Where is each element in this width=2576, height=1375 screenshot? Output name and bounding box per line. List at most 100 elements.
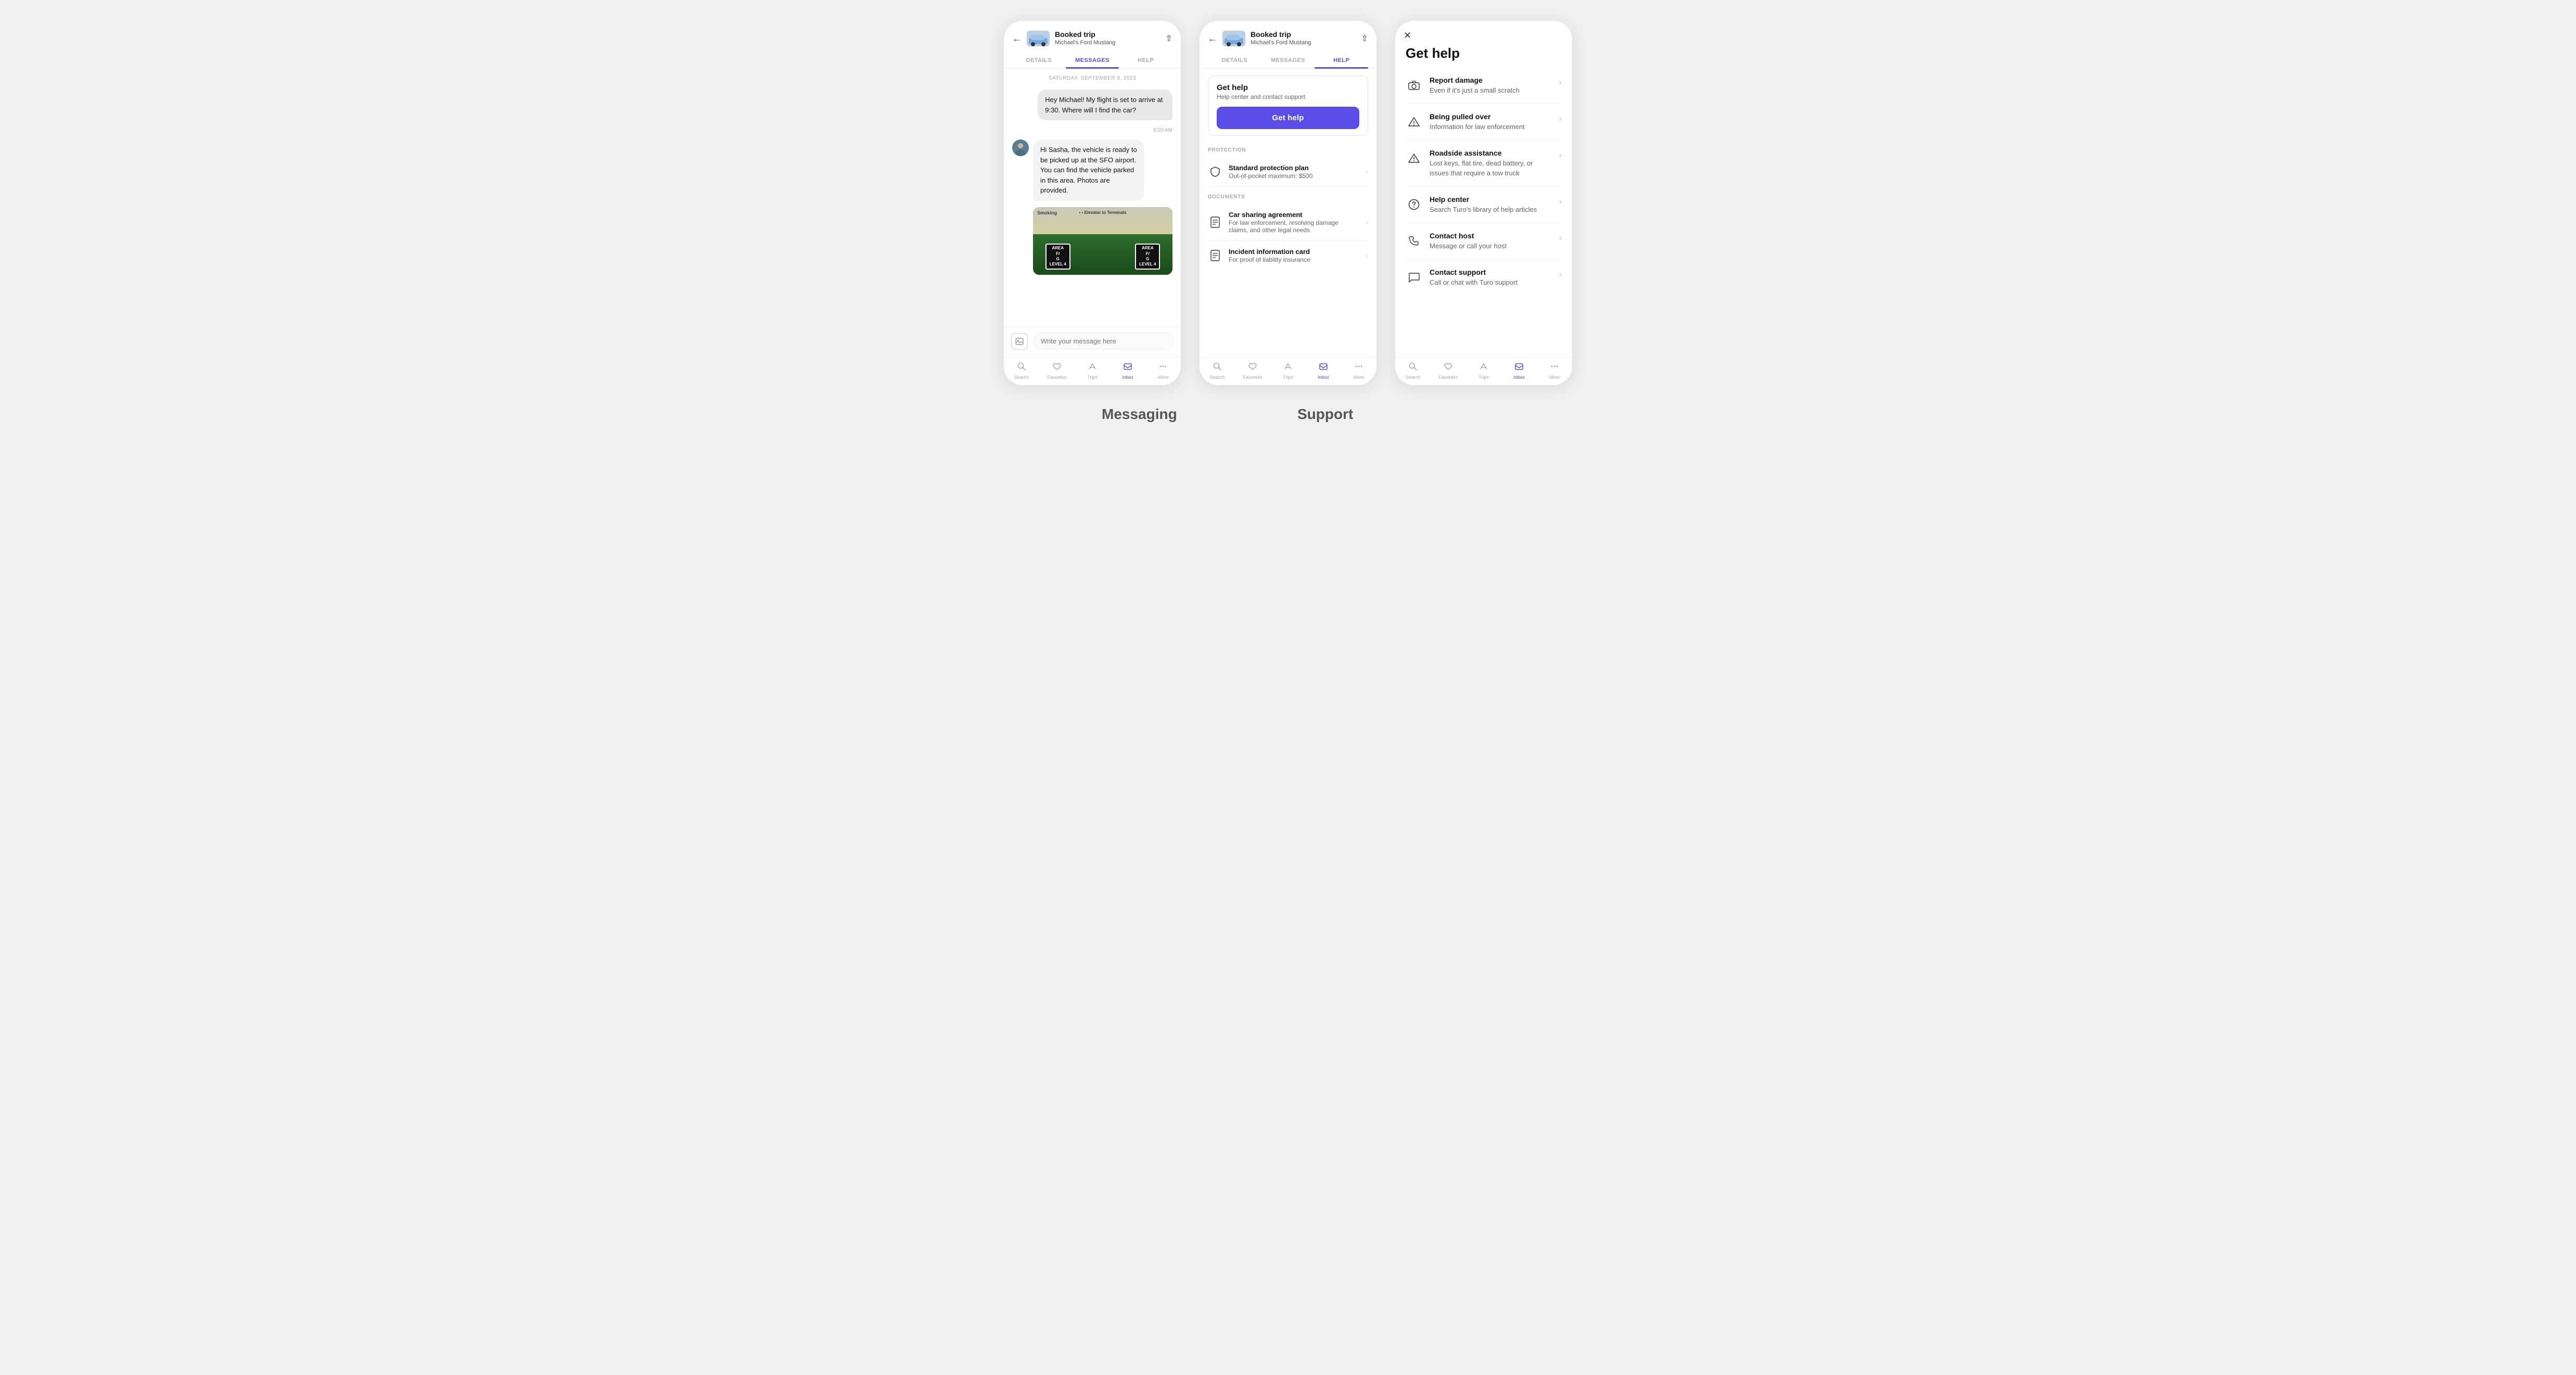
phone-get-help: ✕ Get help Report damage Even if it's ju… <box>1395 21 1572 385</box>
help-center-title: Help center <box>1430 195 1552 203</box>
messages-area: SATURDAY, SEPTEMBER 9, 2023 Hey Michael!… <box>1004 68 1181 327</box>
search-icon-3 <box>1408 362 1418 374</box>
list-text-car-agreement: Car sharing agreement For law enforcemen… <box>1229 211 1359 234</box>
inbox-icon-3 <box>1514 362 1524 374</box>
nav-label-search-3: Search <box>1406 375 1421 380</box>
nav-more-1[interactable]: More <box>1145 362 1181 380</box>
nav-label-trips-1: Trips <box>1087 375 1098 380</box>
chevron-contact-host: › <box>1559 234 1562 243</box>
screen-labels-row: Messaging Support <box>1012 406 1564 441</box>
detail-text-contact-support: Contact support Call or chat with Turo s… <box>1430 268 1552 287</box>
alert-icon <box>1406 113 1422 130</box>
image-attach-button[interactable] <box>1011 333 1028 350</box>
trips-icon-1 <box>1088 362 1097 374</box>
message-input[interactable] <box>1033 333 1174 350</box>
more-icon-2 <box>1354 362 1363 374</box>
nav-search-2[interactable]: Search <box>1200 362 1235 380</box>
screen1-header: ← Booked trip Michael's Ford Mustang ⇧ <box>1004 21 1181 47</box>
detail-text-report-damage: Report damage Even if it's just a small … <box>1430 76 1552 95</box>
tab-messages-1[interactable]: MESSAGES <box>1066 53 1119 68</box>
protection-title: Standard protection plan <box>1229 164 1359 172</box>
support-label: Support <box>1297 406 1353 422</box>
nav-more-3[interactable]: More <box>1537 362 1572 380</box>
screen1-bottom-nav: Search Favorites Trips Inbox <box>1004 357 1181 385</box>
trip-subtitle-2: Michael's Ford Mustang <box>1251 39 1356 47</box>
tab-messages-2[interactable]: MESSAGES <box>1261 53 1315 68</box>
tab-details-1[interactable]: DETAILS <box>1012 53 1066 68</box>
contact-host-sub: Message or call your host <box>1430 241 1552 251</box>
nav-trips-3[interactable]: Trips <box>1466 362 1501 380</box>
tab-help-2[interactable]: HELP <box>1315 53 1368 68</box>
get-help-button[interactable]: Get help <box>1217 107 1359 129</box>
back-icon-2[interactable]: ← <box>1208 33 1217 44</box>
contact-host-title: Contact host <box>1430 232 1552 240</box>
nav-label-favorites-1: Favorites <box>1047 375 1066 380</box>
car-agreement-title: Car sharing agreement <box>1229 211 1359 219</box>
nav-favorites-2[interactable]: Favorites <box>1235 362 1270 380</box>
chevron-contact-support: › <box>1559 270 1562 279</box>
list-item-protection[interactable]: Standard protection plan Out-of-pocket m… <box>1208 157 1368 187</box>
trips-icon-2 <box>1283 362 1293 374</box>
nav-inbox-3[interactable]: Inbox <box>1501 362 1537 380</box>
nav-search-3[interactable]: Search <box>1395 362 1431 380</box>
nav-inbox-2[interactable]: Inbox <box>1306 362 1341 380</box>
close-icon[interactable]: ✕ <box>1404 30 1411 41</box>
chevron-icon-protection: › <box>1366 168 1368 176</box>
roadside-sub: Lost keys, flat tire, dead battery, or i… <box>1430 159 1552 177</box>
trip-info-2: Booked trip Michael's Ford Mustang <box>1251 30 1356 47</box>
tab-details-2[interactable]: DETAILS <box>1208 53 1261 68</box>
detail-text-help-center: Help center Search Turo's library of hel… <box>1430 195 1552 214</box>
list-item-incident-card[interactable]: Incident information card For proof of l… <box>1208 241 1368 270</box>
more-icon-3 <box>1550 362 1559 374</box>
document-icon-1 <box>1208 215 1222 230</box>
get-help-card-title: Get help <box>1217 83 1359 92</box>
message-left-row: Hi Sasha, the vehicle is ready to be pic… <box>1012 139 1172 275</box>
heart-icon-1 <box>1052 362 1062 374</box>
back-icon[interactable]: ← <box>1012 33 1022 44</box>
chat-icon <box>1406 269 1422 286</box>
chevron-help-center: › <box>1559 197 1562 207</box>
nav-inbox-1[interactable]: Inbox <box>1110 362 1145 380</box>
detail-item-report-damage[interactable]: Report damage Even if it's just a small … <box>1406 68 1562 104</box>
get-help-list: Report damage Even if it's just a small … <box>1395 68 1572 357</box>
roadside-icon <box>1406 150 1422 167</box>
section-protection-label: PROTECTION <box>1208 147 1368 153</box>
list-text-incident: Incident information card For proof of l… <box>1229 248 1359 263</box>
detail-item-help-center[interactable]: Help center Search Turo's library of hel… <box>1406 187 1562 223</box>
page-title-header: Get help <box>1395 43 1572 68</box>
nav-label-favorites-2: Favorites <box>1243 375 1262 380</box>
screen2-bottom-nav: Search Favorites Trips Inbox <box>1200 357 1376 385</box>
trip-subtitle: Michael's Ford Mustang <box>1055 39 1161 47</box>
inbox-icon-1 <box>1123 362 1132 374</box>
car-thumbnail <box>1027 31 1050 46</box>
screen-label-support: Support <box>1297 406 1474 423</box>
chevron-roadside: › <box>1559 151 1562 160</box>
nav-trips-1[interactable]: Trips <box>1075 362 1110 380</box>
share-icon[interactable]: ⇧ <box>1166 33 1172 44</box>
message-right-1: Hey Michael! My flight is set to arrive … <box>1038 90 1172 120</box>
screen2-tabs: DETAILS MESSAGES HELP <box>1200 53 1376 68</box>
get-help-card-sub: Help center and contact support <box>1217 93 1359 100</box>
car-agreement-sub: For law enforcement, resolving damage cl… <box>1229 219 1359 234</box>
nav-more-2[interactable]: More <box>1341 362 1376 380</box>
messaging-label: Messaging <box>1102 406 1177 422</box>
detail-item-pulled-over[interactable]: Being pulled over Information for law en… <box>1406 104 1562 141</box>
trip-title-2: Booked trip <box>1251 30 1356 39</box>
question-icon <box>1406 196 1422 213</box>
shield-icon-2 <box>1208 164 1222 179</box>
tab-help-1[interactable]: HELP <box>1119 53 1172 68</box>
roadside-title: Roadside assistance <box>1430 149 1552 157</box>
detail-item-roadside[interactable]: Roadside assistance Lost keys, flat tire… <box>1406 141 1562 186</box>
chevron-pulled-over: › <box>1559 114 1562 124</box>
nav-favorites-1[interactable]: Favorites <box>1039 362 1075 380</box>
detail-item-contact-support[interactable]: Contact support Call or chat with Turo s… <box>1406 260 1562 296</box>
list-item-car-agreement[interactable]: Car sharing agreement For law enforcemen… <box>1208 204 1368 241</box>
nav-label-search-1: Search <box>1014 375 1029 380</box>
avatar <box>1012 139 1029 156</box>
nav-favorites-3[interactable]: Favorites <box>1431 362 1466 380</box>
nav-label-inbox-2: Inbox <box>1318 375 1329 380</box>
detail-item-contact-host[interactable]: Contact host Message or call your host › <box>1406 223 1562 260</box>
nav-search-1[interactable]: Search <box>1004 362 1039 380</box>
nav-trips-2[interactable]: Trips <box>1270 362 1306 380</box>
share-icon-2[interactable]: ⇧ <box>1361 33 1368 44</box>
